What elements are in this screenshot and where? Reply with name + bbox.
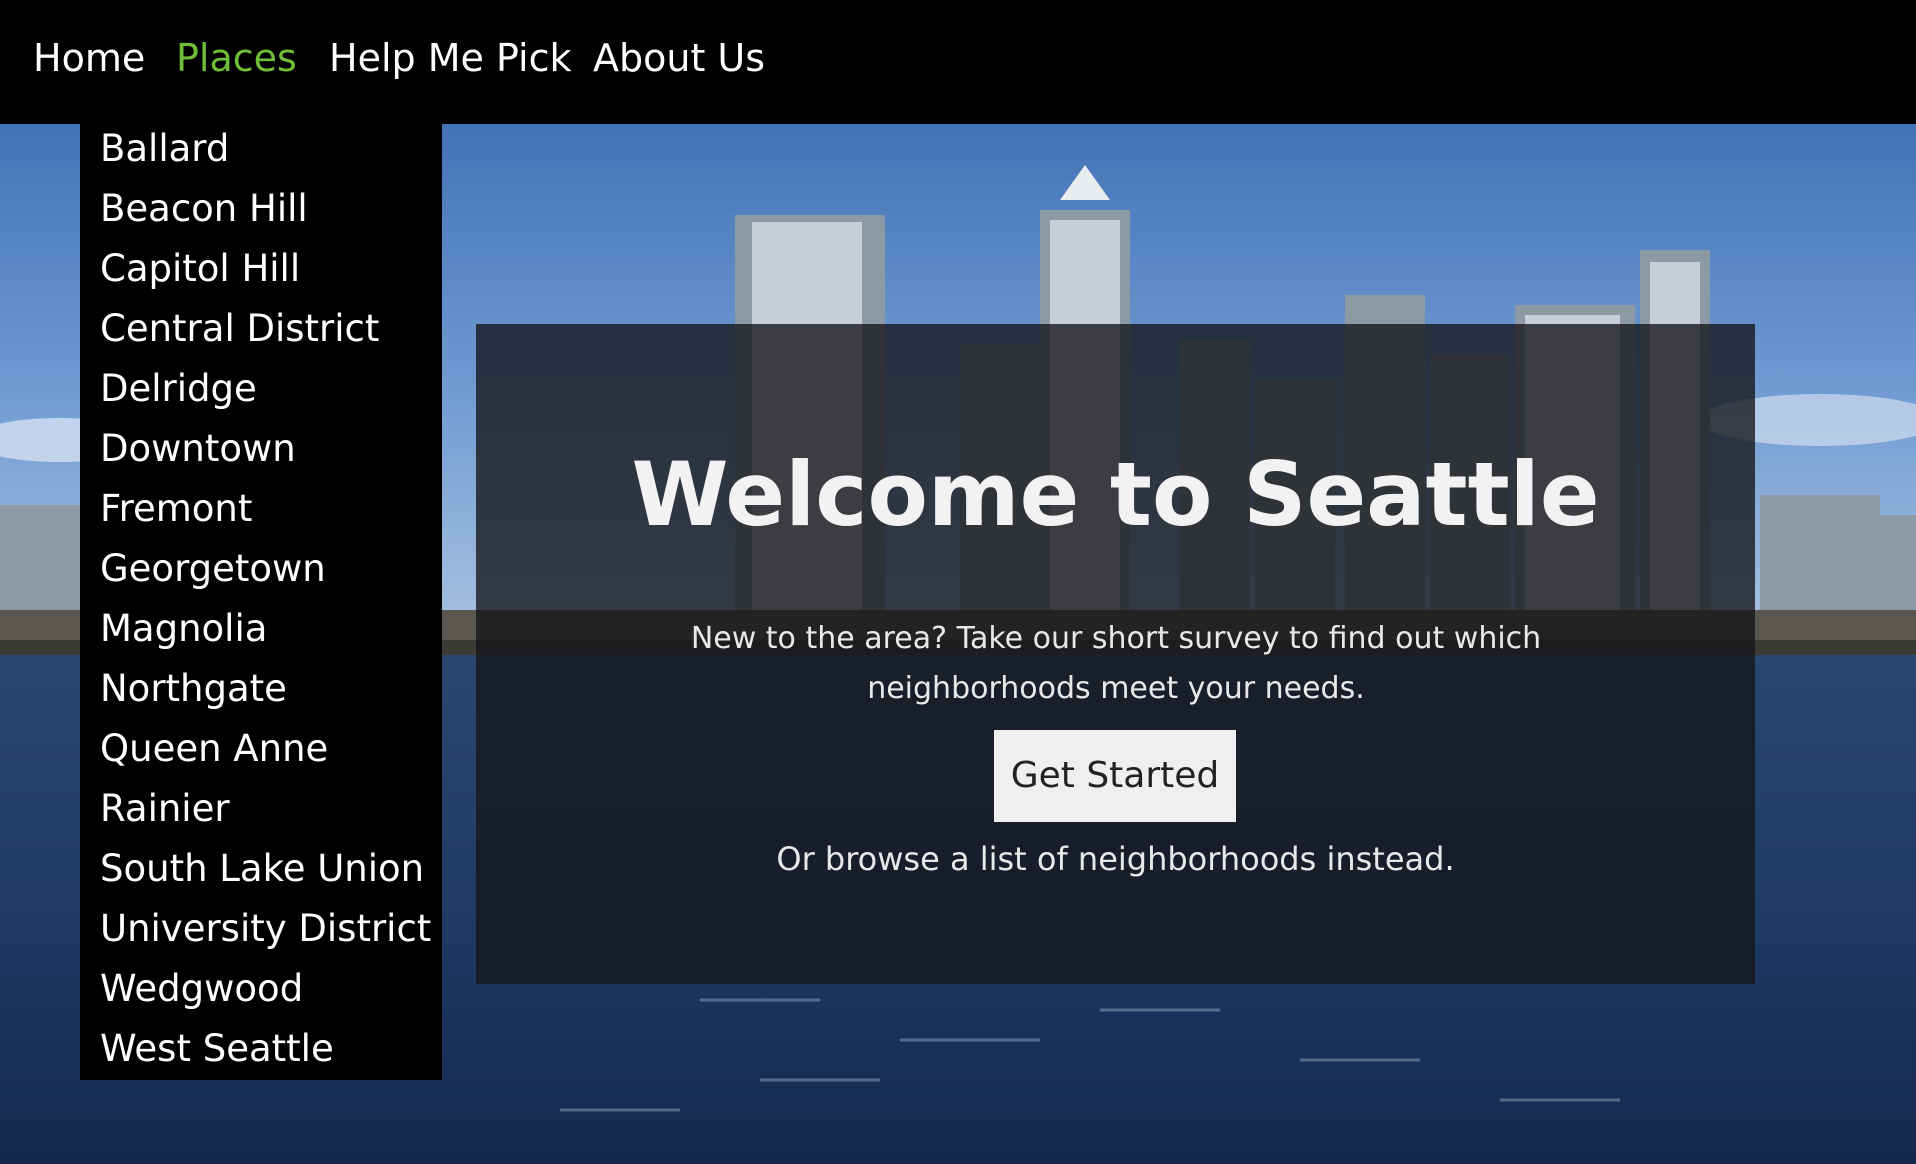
nav-help-me-pick-link[interactable]: Help Me Pick	[329, 30, 572, 86]
hero-description: New to the area? Take our short survey t…	[690, 621, 1542, 706]
place-item-georgetown[interactable]: Georgetown	[100, 544, 326, 594]
nav-home-link[interactable]: Home	[33, 30, 145, 86]
place-item-south-lake-union[interactable]: South Lake Union	[100, 844, 424, 894]
browse-neighborhoods-link[interactable]: Or browse a list of neighborhoods instea…	[476, 834, 1755, 884]
place-item-magnolia[interactable]: Magnolia	[100, 604, 267, 654]
place-item-fremont[interactable]: Fremont	[100, 484, 252, 534]
get-started-button[interactable]: Get Started	[994, 730, 1236, 822]
top-navigation-bar: Home Places Help Me Pick About Us	[0, 0, 1916, 124]
place-item-queen-anne[interactable]: Queen Anne	[100, 724, 328, 774]
place-item-rainier[interactable]: Rainier	[100, 784, 230, 834]
nav-about-us-link[interactable]: About Us	[593, 30, 765, 86]
hero-title: Welcome to Seattle	[631, 443, 1600, 546]
nav-places-link[interactable]: Places	[176, 30, 297, 86]
place-item-university-district[interactable]: University District	[100, 904, 431, 954]
place-item-downtown[interactable]: Downtown	[100, 424, 296, 474]
places-dropdown-menu: Ballard Beacon Hill Capitol Hill Central…	[80, 124, 442, 1080]
place-item-central-district[interactable]: Central District	[100, 304, 379, 354]
place-item-northgate[interactable]: Northgate	[100, 664, 287, 714]
place-item-capitol-hill[interactable]: Capitol Hill	[100, 244, 300, 294]
hero-welcome-card: Welcome to Seattle New to the area? Take…	[476, 324, 1755, 984]
place-item-west-seattle[interactable]: West Seattle	[100, 1024, 334, 1074]
place-item-beacon-hill[interactable]: Beacon Hill	[100, 184, 308, 234]
place-item-wedgwood[interactable]: Wedgwood	[100, 964, 303, 1014]
place-item-ballard[interactable]: Ballard	[100, 124, 229, 174]
place-item-delridge[interactable]: Delridge	[100, 364, 257, 414]
